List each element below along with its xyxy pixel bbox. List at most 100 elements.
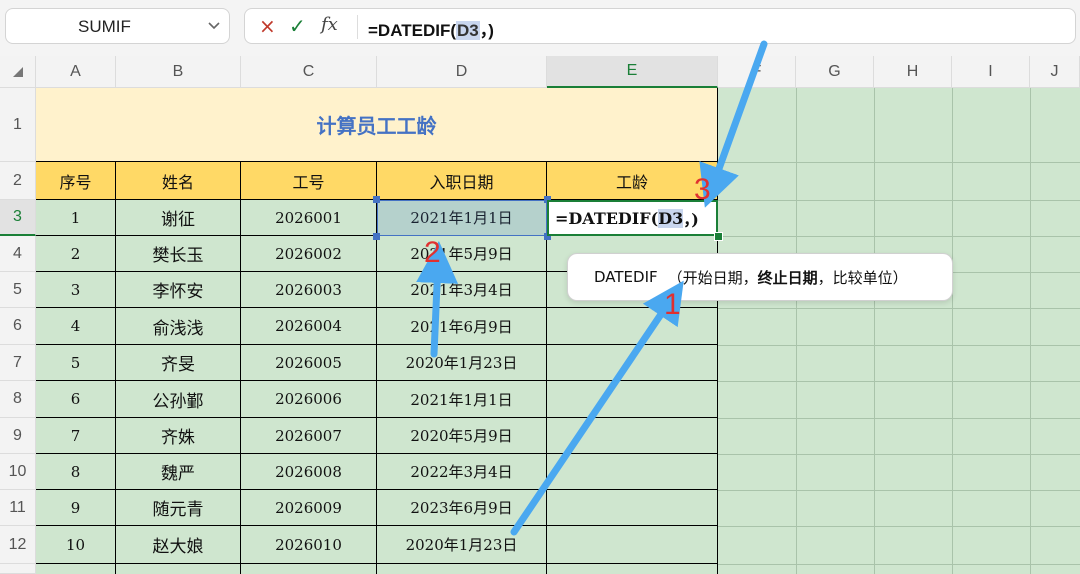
row-header-9[interactable]: 9 [0,418,36,454]
partial-cell[interactable] [36,564,116,574]
cell-id[interactable]: 2026003 [241,272,377,308]
cell-seq[interactable]: 10 [36,526,116,564]
cancel-icon[interactable]: × [259,14,276,38]
cell-tenure[interactable] [547,345,718,381]
cell-name[interactable]: 俞浅浅 [116,308,241,345]
row-header-8[interactable]: 8 [0,381,36,418]
cell-seq[interactable]: 4 [36,308,116,345]
cell-tenure[interactable] [547,490,718,526]
empty-cells-area[interactable] [718,88,1080,574]
cell-id[interactable]: 2026007 [241,418,377,454]
cell-name[interactable]: 樊长玉 [116,236,241,272]
row-header-11[interactable]: 11 [0,490,36,526]
cell-hire-date[interactable]: 2021年1月1日 [377,381,547,418]
header-id[interactable]: 工号 [241,162,377,200]
formula-text[interactable]: =DATEDIF(D3，) [368,16,494,41]
formula-prefix: =DATEDIF( [368,21,456,40]
row-header-7[interactable]: 7 [0,345,36,381]
cell-name[interactable]: 齐姝 [116,418,241,454]
cell-seq[interactable]: 3 [36,272,116,308]
cell-name[interactable]: 随元青 [116,490,241,526]
column-header-b[interactable]: B [116,56,241,88]
cell-name[interactable]: 齐旻 [116,345,241,381]
cell-tenure[interactable] [547,454,718,490]
column-header-c[interactable]: C [241,56,377,88]
column-header-g[interactable]: G [796,56,874,88]
row-header-13[interactable] [0,564,36,574]
column-header-e[interactable]: E [547,56,718,88]
header-seq[interactable]: 序号 [36,162,116,200]
cell-seq[interactable]: 2 [36,236,116,272]
cell-name[interactable]: 李怀安 [116,272,241,308]
cell-hire-date[interactable]: 2023年6月9日 [377,490,547,526]
cell-name[interactable]: 赵大娘 [116,526,241,564]
formula-bar-divider [357,15,358,39]
range-handle[interactable] [373,233,380,240]
row-header-3[interactable]: 3 [0,200,36,236]
partial-cell[interactable] [116,564,241,574]
cell-hire-date[interactable]: 2020年1月23日 [377,526,547,564]
cell-tenure[interactable] [547,308,718,345]
partial-cell[interactable] [377,564,547,574]
partial-cell[interactable] [241,564,377,574]
column-header-d[interactable]: D [377,56,547,88]
column-header-j[interactable]: J [1030,56,1080,88]
cell-hire-date[interactable]: 2021年5月9日 [377,236,547,272]
cell-seq[interactable]: 8 [36,454,116,490]
cell-id[interactable]: 2026008 [241,454,377,490]
row-header-12[interactable]: 12 [0,526,36,564]
cell-hire-date[interactable]: 2020年1月23日 [377,345,547,381]
gridline [718,308,1080,309]
header-hire-date[interactable]: 入职日期 [377,162,547,200]
cell-hire-date[interactable]: 2022年3月4日 [377,454,547,490]
cell-id[interactable]: 2026004 [241,308,377,345]
cell-tenure[interactable] [547,418,718,454]
cell-name[interactable]: 谢征 [116,200,241,236]
formula-bar[interactable]: × ✓ fx =DATEDIF(D3，) [244,8,1076,44]
enter-icon[interactable]: ✓ [289,14,306,38]
cell-id[interactable]: 2026005 [241,345,377,381]
column-header-h[interactable]: H [874,56,952,88]
cell-id[interactable]: 2026009 [241,490,377,526]
fill-handle[interactable] [714,232,723,241]
cell-id[interactable]: 2026001 [241,200,377,236]
cell-seq[interactable]: 5 [36,345,116,381]
cell-hire-date[interactable]: 2020年5月9日 [377,418,547,454]
referenced-cell-d3[interactable] [377,200,547,236]
column-header-a[interactable]: A [36,56,116,88]
fx-icon[interactable]: fx [321,14,338,35]
cell-name[interactable]: 公孙鄞 [116,381,241,418]
cell-hire-date[interactable]: 2021年3月4日 [377,272,547,308]
range-handle[interactable] [373,196,380,203]
partial-cell[interactable] [547,564,718,574]
column-header-i[interactable]: I [952,56,1030,88]
select-all-corner[interactable] [0,56,36,88]
header-tenure[interactable]: 工龄 [547,162,718,200]
gridline [718,381,1080,382]
row-header-10[interactable]: 10 [0,454,36,490]
chevron-down-icon[interactable] [207,15,221,39]
column-header-f[interactable]: F [718,56,796,88]
cell-id[interactable]: 2026010 [241,526,377,564]
cell-seq[interactable]: 6 [36,381,116,418]
row-header-6[interactable]: 6 [0,308,36,345]
cell-seq[interactable]: 9 [36,490,116,526]
cell-name[interactable]: 魏严 [116,454,241,490]
row-header-1[interactable]: 1 [0,88,36,162]
cell-id[interactable]: 2026006 [241,381,377,418]
row-header-5[interactable]: 5 [0,272,36,308]
cell-tenure[interactable] [547,526,718,564]
cell-formula-suffix: ，) [683,210,699,229]
sheet-title[interactable]: 计算员工工龄 [36,88,718,162]
row-header-2[interactable]: 2 [0,162,36,200]
header-name[interactable]: 姓名 [116,162,241,200]
cell-seq[interactable]: 7 [36,418,116,454]
gridline [718,236,1080,237]
row-header-4[interactable]: 4 [0,236,36,272]
cell-tenure[interactable] [547,381,718,418]
cell-id[interactable]: 2026002 [241,236,377,272]
cell-seq[interactable]: 1 [36,200,116,236]
cell-hire-date[interactable]: 2021年6月9日 [377,308,547,345]
active-cell-e3[interactable]: =DATEDIF(D3，) [547,200,718,236]
name-box[interactable]: SUMIF [5,8,230,44]
